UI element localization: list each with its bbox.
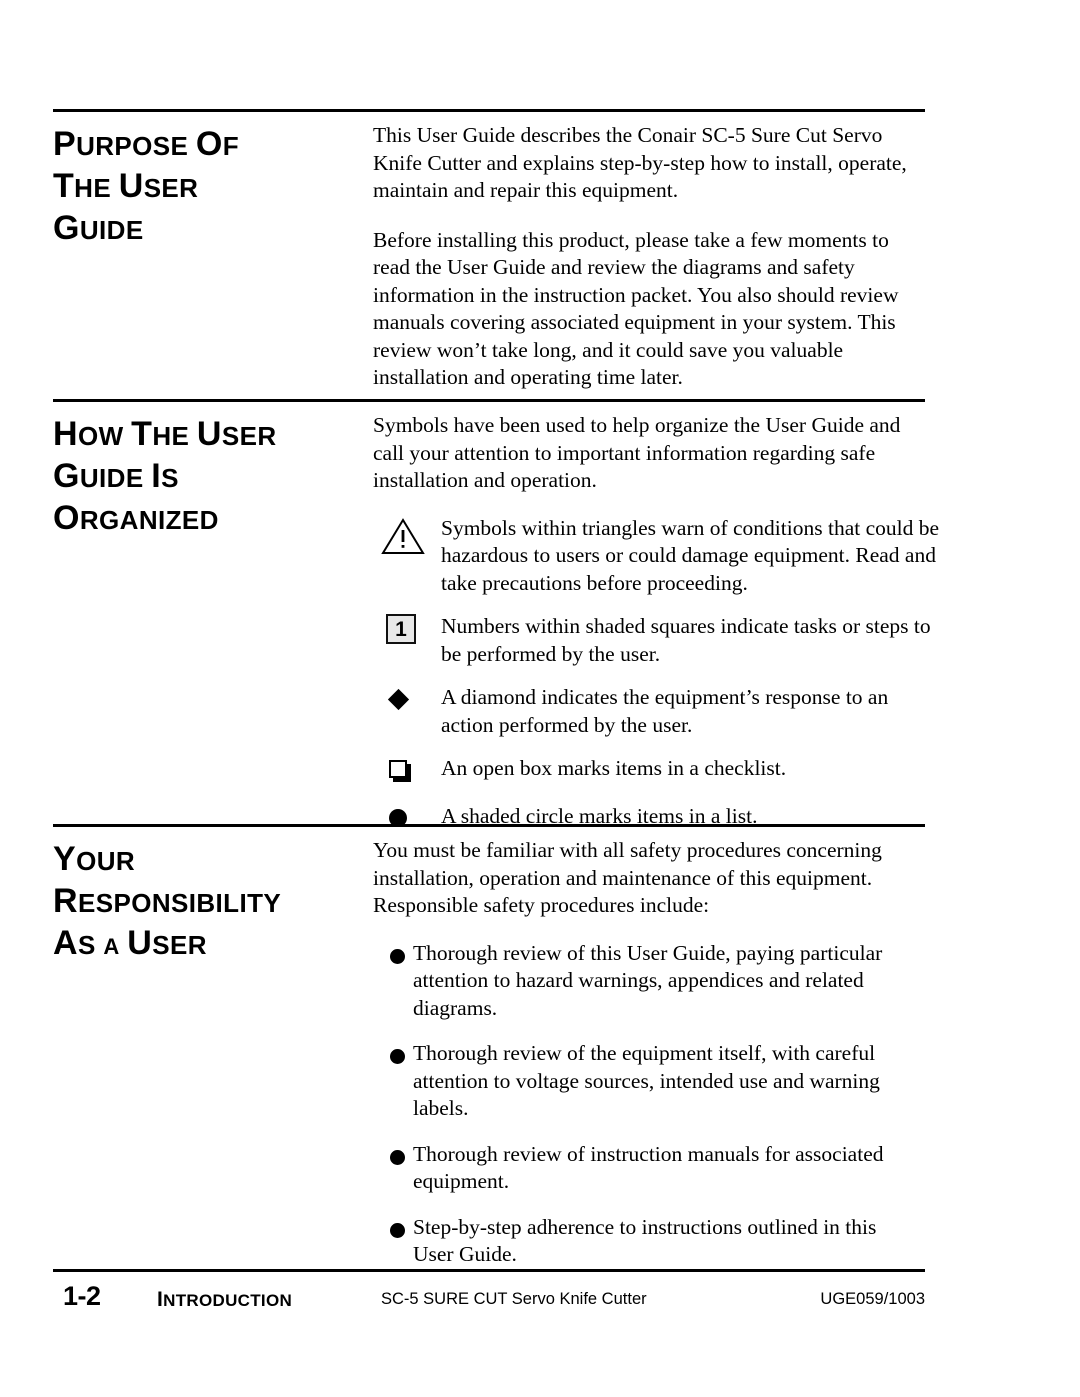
- heading-smallcaps: A: [103, 934, 120, 959]
- warning-triangle-icon: [381, 517, 425, 554]
- list-item: Thorough review of this User Guide, payi…: [373, 940, 918, 1023]
- heading-smallcaps: UIDE: [79, 215, 144, 245]
- heading-cap: U: [196, 415, 222, 453]
- document-page: PURPOSE OF THE USER GUIDE This User Guid…: [0, 0, 1080, 1397]
- heading-smallcaps: RGANIZED: [79, 505, 219, 535]
- heading-cap: A: [53, 924, 78, 962]
- heading-cap: P: [53, 125, 77, 163]
- heading-smallcaps: ESPONSIBILITY: [77, 888, 282, 918]
- filled-circle-icon: [390, 1149, 405, 1165]
- symbol-legend-text: Numbers within shaded squares indicate t…: [441, 614, 931, 666]
- section-body-organized: Symbols have been used to help organize …: [373, 408, 941, 851]
- paragraph: Symbols have been used to help organize …: [373, 413, 901, 492]
- page-footer: 1-2 INTRODUCTION SC-5 SURE CUT Servo Kni…: [53, 1281, 925, 1322]
- heading-smallcaps: UIDE: [79, 463, 152, 493]
- heading-smallcaps: HE: [74, 173, 119, 203]
- list-item-text: Thorough review of this User Guide, payi…: [413, 940, 883, 1020]
- heading-cap: H: [53, 415, 78, 453]
- section-divider-rule-2: [53, 399, 925, 402]
- paragraph: Before installing this product, please t…: [373, 227, 899, 390]
- symbol-legend-row: 1 Numbers within shaded squares indicate…: [373, 613, 941, 668]
- list-item: Thorough review of the equipment itself,…: [373, 1040, 918, 1123]
- heading-cap: U: [127, 924, 153, 962]
- symbol-icon-slot: [373, 684, 441, 718]
- numbered-square-icon: 1: [386, 614, 416, 644]
- heading-smallcaps: OW: [77, 421, 132, 451]
- symbol-legend-row: A diamond indicates the equipment’s resp…: [373, 684, 941, 739]
- filled-circle-icon: [390, 1222, 405, 1238]
- list-item-text: Thorough review of instruction manuals f…: [413, 1141, 884, 1194]
- symbol-icon-slot: 1: [373, 613, 441, 647]
- heading-cap: R: [53, 882, 78, 920]
- list-item-text: Step-by-step adherence to instructions o…: [413, 1214, 877, 1267]
- section-heading-organized: HOW THE USER GUIDE IS ORGANIZED: [53, 408, 373, 540]
- footer-chapter-rest: NTRODUCTION: [163, 1291, 293, 1310]
- filled-circle-icon: [390, 1049, 405, 1064]
- section-divider-rule-1: [53, 109, 925, 112]
- paragraph: This User Guide describes the Conair SC-…: [373, 123, 907, 202]
- symbol-legend-row: Symbols within triangles warn of conditi…: [373, 515, 941, 598]
- footer-divider-rule: [53, 1269, 925, 1272]
- footer-product-title: SC-5 SURE CUT Servo Knife Cutter: [381, 1290, 647, 1308]
- list-item: Step-by-step adherence to instructions o…: [373, 1214, 918, 1269]
- symbol-legend-row: An open box marks items in a checklist.: [373, 755, 941, 789]
- section-your-responsibility-as-a-user: YOUR RESPONSIBILITY AS A USER You must b…: [53, 833, 925, 1269]
- list-item: Thorough review of instruction manuals f…: [373, 1141, 918, 1196]
- heading-smallcaps: URPOSE: [76, 131, 196, 161]
- footer-document-code: UGE059/1003: [820, 1290, 925, 1308]
- heading-smallcaps: SER: [221, 421, 277, 451]
- section-body-responsibility: You must be familiar with all safety pro…: [373, 833, 925, 1269]
- heading-cap: G: [53, 209, 80, 247]
- footer-chapter-name: INTRODUCTION: [157, 1288, 292, 1312]
- heading-cap: I: [151, 457, 162, 495]
- responsibility-bullet-list: Thorough review of this User Guide, payi…: [373, 940, 925, 1269]
- section-heading-responsibility: YOUR RESPONSIBILITY AS A USER: [53, 833, 373, 967]
- list-item-text: Thorough review of the equipment itself,…: [413, 1041, 880, 1120]
- open-box-icon: [389, 760, 411, 782]
- heading-smallcaps: OUR: [76, 846, 136, 876]
- heading-cap: O: [53, 499, 80, 537]
- symbol-legend-row: A shaded circle marks items in a list.: [373, 803, 941, 837]
- heading-smallcaps: S: [77, 930, 104, 960]
- heading-cap: T: [53, 167, 75, 205]
- footer-page-number: 1-2: [63, 1281, 101, 1311]
- symbol-icon-slot: [373, 803, 441, 837]
- symbol-legend-text: Symbols within triangles warn of conditi…: [441, 515, 940, 595]
- heading-smallcaps: F: [222, 131, 240, 161]
- heading-smallcaps: HE: [152, 421, 197, 451]
- heading-cap: O: [195, 125, 223, 163]
- section-heading-purpose: PURPOSE OF THE USER GUIDE: [53, 118, 373, 250]
- heading-smallcaps: SER: [152, 930, 207, 960]
- symbol-legend-text: A diamond indicates the equipment’s resp…: [441, 685, 889, 737]
- section-divider-rule-3: [53, 824, 925, 827]
- open-box-front: [389, 760, 407, 778]
- paragraph: You must be familiar with all safety pro…: [373, 838, 882, 917]
- symbol-icon-slot: [373, 755, 441, 789]
- section-purpose-of-the-user-guide: PURPOSE OF THE USER GUIDE This User Guid…: [53, 118, 925, 392]
- heading-cap: G: [53, 457, 80, 495]
- heading-smallcaps: SER: [143, 173, 199, 203]
- heading-cap: U: [118, 167, 144, 205]
- symbol-icon-slot: [373, 515, 441, 554]
- heading-cap: T: [131, 415, 153, 453]
- filled-circle-icon: [390, 948, 405, 964]
- section-how-the-user-guide-is-organized: HOW THE USER GUIDE IS ORGANIZED Symbols …: [53, 408, 939, 851]
- filled-diamond-icon: [387, 688, 410, 711]
- heading-smallcaps: S: [161, 463, 179, 493]
- section-body-purpose: This User Guide describes the Conair SC-…: [373, 118, 925, 392]
- heading-cap: Y: [53, 840, 77, 878]
- symbol-legend-text: An open box marks items in a checklist.: [441, 756, 787, 780]
